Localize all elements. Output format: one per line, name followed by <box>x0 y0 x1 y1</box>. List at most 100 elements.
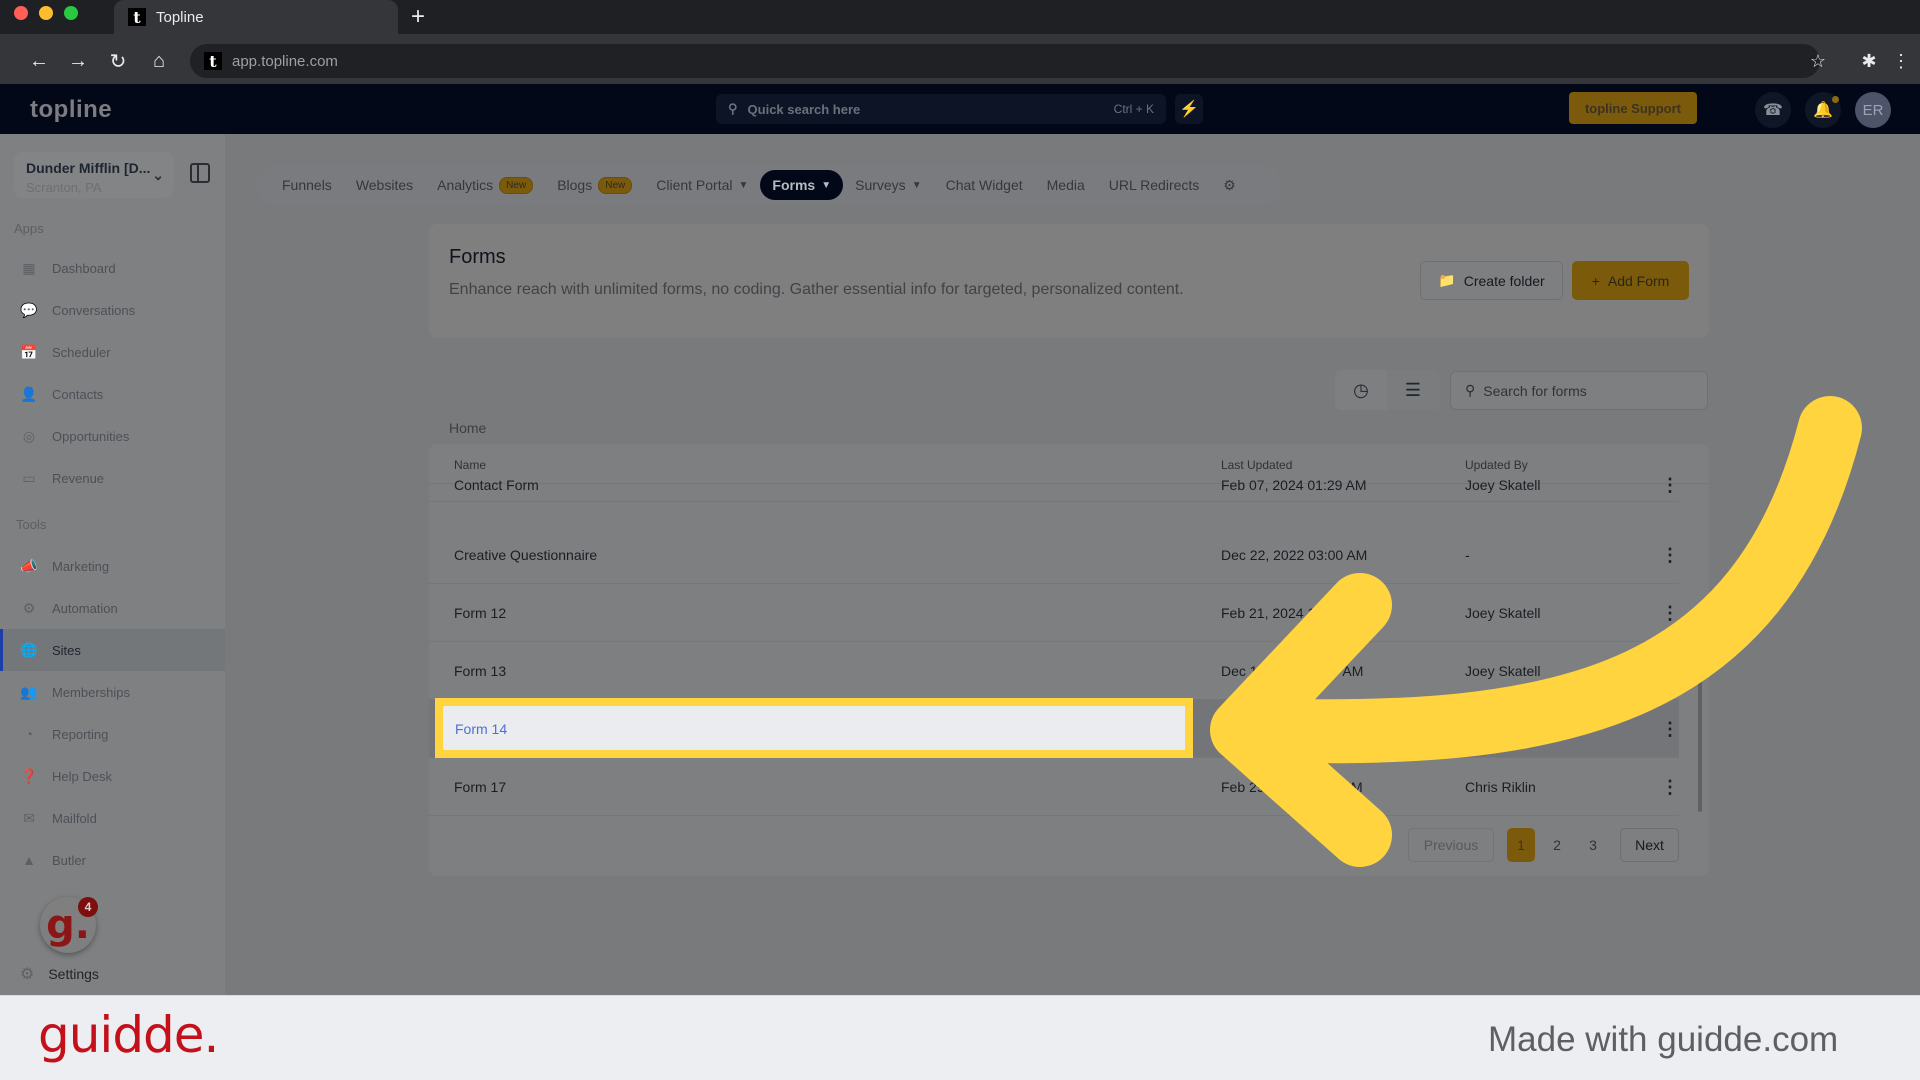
new-tab-button[interactable]: + <box>406 2 430 32</box>
sidebar-item-dashboard[interactable]: ▦ Dashboard <box>0 247 225 289</box>
tab-media[interactable]: Media <box>1035 170 1097 200</box>
sidebar-item-settings[interactable]: ⚙ Settings <box>20 964 99 984</box>
tab-funnels[interactable]: Funnels <box>270 170 344 200</box>
tab-label: Websites <box>355 177 414 193</box>
globe-icon: 🌐 <box>20 641 38 658</box>
tab-client-portal[interactable]: Client Portal ▼ <box>644 170 760 200</box>
sidebar-item-automation[interactable]: ⚙ Automation <box>0 587 225 629</box>
sidebar-item-butler[interactable]: ▲ Butler <box>0 839 225 881</box>
contacts-icon: 👤 <box>20 385 38 402</box>
more-options-icon[interactable]: ⋮ <box>1661 642 1679 700</box>
more-options-icon[interactable]: ⋮ <box>1661 584 1679 642</box>
bell-cloche-icon: ▲ <box>22 852 36 868</box>
browser-tab[interactable]: t Topline <box>114 0 398 34</box>
star-icon[interactable]: ☆ <box>1805 48 1831 74</box>
sidebar-item-label: Reporting <box>52 726 109 742</box>
tab-analytics[interactable]: Analytics New <box>425 170 545 200</box>
updated-by: Joey Skatell <box>1465 605 1541 621</box>
form-14-link[interactable]: Form 14 <box>455 721 507 737</box>
page-1-button[interactable]: 1 <box>1507 828 1535 862</box>
tab-url-redirects[interactable]: URL Redirects <box>1097 170 1212 200</box>
forward-icon[interactable]: → <box>65 48 91 74</box>
browser-menu-icon[interactable]: ⋮ <box>1888 48 1914 74</box>
form-name[interactable]: Form 12 <box>454 584 506 642</box>
new-badge: New <box>598 176 633 194</box>
lightning-icon[interactable]: ⚡ <box>1175 94 1203 124</box>
tab-forms[interactable]: Forms ▼ <box>760 170 844 200</box>
sidebar-item-sites[interactable]: 🌐 Sites <box>0 629 225 671</box>
quick-search-shortcut: Ctrl + K <box>1113 102 1154 116</box>
form-name[interactable]: Form 17 <box>454 758 506 816</box>
table-row[interactable]: Form 12 Feb 21, 2024 1 Joey Skatell ⋮ <box>429 584 1679 642</box>
gear-icon[interactable]: ⚙ <box>1211 170 1248 200</box>
table-row[interactable]: Form 13 Dec 14 :53 AM Joey Skatell ⋮ <box>429 642 1679 700</box>
tab-blogs[interactable]: Blogs New <box>545 170 644 200</box>
table-row[interactable]: Creative Questionnaire Dec 22, 2022 03:00… <box>429 526 1679 584</box>
sidebar-item-label: Memberships <box>52 684 131 700</box>
extensions-icon[interactable]: ✱ <box>1856 48 1882 74</box>
search-forms-field[interactable]: ⚲ <box>1450 371 1708 410</box>
megaphone-icon: 📣 <box>20 557 38 574</box>
sidebar-item-opportunities[interactable]: ◎ Opportunities <box>0 415 225 457</box>
sidebar-item-reporting[interactable]: ◔ Reporting <box>0 713 225 755</box>
next-page-button[interactable]: Next <box>1620 828 1679 862</box>
page-3-button[interactable]: 3 <box>1579 828 1607 862</box>
sidebar-item-marketing[interactable]: 📣 Marketing <box>0 545 225 587</box>
tab-chat-widget[interactable]: Chat Widget <box>934 170 1035 200</box>
sidebar-item-help-desk[interactable]: ❓ Help Desk <box>0 755 225 797</box>
highlighted-row-form-14[interactable]: Form 14 <box>435 698 1193 758</box>
form-name[interactable]: Contact Form <box>454 468 539 502</box>
form-name[interactable]: Creative Questionnaire <box>454 526 597 584</box>
sidebar-item-mailfold[interactable]: ✉ Mailfold <box>0 797 225 839</box>
page-description: Enhance reach with unlimited forms, no c… <box>449 281 1184 298</box>
sidebar-collapse-icon[interactable] <box>190 163 210 183</box>
tab-label: URL Redirects <box>1108 177 1200 193</box>
calendar-icon: 📅 <box>20 343 38 360</box>
more-options-icon[interactable]: ⋮ <box>1661 468 1679 502</box>
more-options-icon[interactable]: ⋮ <box>1661 700 1679 758</box>
sidebar-item-revenue[interactable]: ▭ Revenue <box>0 457 225 499</box>
sidebar-item-conversations[interactable]: 💬 Conversations <box>0 289 225 331</box>
sidebar-item-label: Revenue <box>52 470 105 486</box>
add-form-button[interactable]: + Add Form <box>1572 261 1689 300</box>
sidebar-item-label: Automation <box>52 600 118 616</box>
table-row[interactable]: Form 17 Feb 29, 32 AM Chris Riklin ⋮ <box>429 758 1679 816</box>
window-minimize-button[interactable] <box>39 6 53 20</box>
page-2-button[interactable]: 2 <box>1543 828 1571 862</box>
window-close-button[interactable] <box>14 6 28 20</box>
more-options-icon[interactable]: ⋮ <box>1661 526 1679 584</box>
create-folder-button[interactable]: 📁 Create folder <box>1420 261 1563 300</box>
table-row[interactable]: Contact Form Feb 07, 2024 01:29 AM Joey Sk… <box>429 468 1679 502</box>
form-name[interactable]: Form 13 <box>454 642 506 700</box>
updated-by: Joey Skatell <box>1465 663 1541 679</box>
support-button[interactable]: topline Support <box>1569 92 1697 124</box>
tab-surveys[interactable]: Surveys ▼ <box>843 170 933 200</box>
reload-icon[interactable]: ↻ <box>105 48 131 74</box>
quick-search-input[interactable]: ⚲ Quick search here Ctrl + K <box>716 94 1166 124</box>
topline-logo[interactable]: topline <box>30 96 112 124</box>
phone-icon[interactable]: ☎ <box>1755 92 1791 128</box>
last-updated: Feb 21, 2024 1 <box>1221 605 1316 621</box>
tab-label: Blogs <box>557 177 593 193</box>
sidebar-item-scheduler[interactable]: 📅 Scheduler <box>0 331 225 373</box>
previous-page-button[interactable]: Previous <box>1408 828 1494 862</box>
location-switcher[interactable]: Dunder Mifflin [D... Scranton, PA ⌄ <box>14 152 174 198</box>
breadcrumb-home[interactable]: Home <box>449 420 486 436</box>
quick-search-placeholder: Quick search here <box>747 101 861 117</box>
back-icon[interactable]: ← <box>26 48 52 74</box>
sidebar-item-contacts[interactable]: 👤 Contacts <box>0 373 225 415</box>
window-maximize-button[interactable] <box>64 6 78 20</box>
folder-plus-icon: 📁 <box>1438 272 1456 288</box>
address-bar[interactable]: t app.topline.com <box>190 44 1820 78</box>
user-avatar[interactable]: ER <box>1855 92 1891 128</box>
table-scrollbar[interactable] <box>1698 654 1702 812</box>
tab-label: Funnels <box>282 177 332 193</box>
url-text: app.topline.com <box>232 52 338 70</box>
tab-websites[interactable]: Websites <box>344 170 425 200</box>
sidebar-item-memberships[interactable]: 👥 Memberships <box>0 671 225 713</box>
search-forms-input[interactable] <box>1483 382 1684 399</box>
recent-view-clock-icon[interactable]: ◷ <box>1335 370 1387 410</box>
home-icon[interactable]: ⌂ <box>146 48 172 74</box>
more-options-icon[interactable]: ⋮ <box>1661 758 1679 816</box>
list-view-icon[interactable]: ☰ <box>1387 370 1439 410</box>
